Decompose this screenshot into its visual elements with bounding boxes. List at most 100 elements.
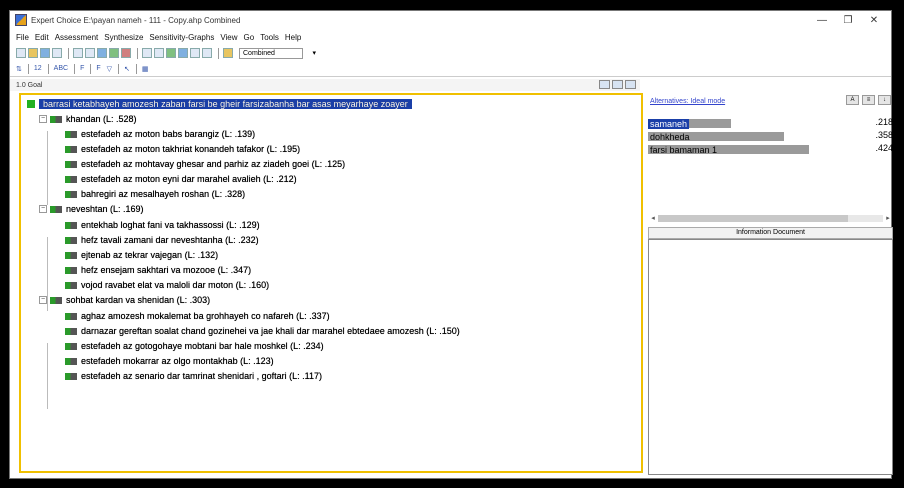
chevron-down-icon[interactable]: ▾ [312, 49, 316, 58]
main-toolbar: Combined ▾ [16, 46, 316, 60]
tree-node[interactable]: estefadeh az moton eyni dar marahel aval… [65, 172, 297, 186]
tree-node[interactable]: estefadeh az moton babs barangiz (L: .13… [65, 127, 255, 141]
criterion-icon [65, 342, 77, 350]
tree-node[interactable]: entekhab loghat fani va takhassossi (L: … [65, 218, 260, 232]
tree-node[interactable]: bahregiri az mesalhayeh roshan (L: .328) [65, 187, 245, 201]
list-icon[interactable]: ≡ [862, 95, 875, 105]
sort-down-icon[interactable]: ↓ [878, 95, 891, 105]
alternatives-mode-link[interactable]: Alternatives: Ideal mode [650, 98, 725, 105]
save-icon[interactable] [40, 48, 50, 58]
node-label: estefadeh az mohtavay ghesar and parhiz … [81, 159, 346, 169]
menu-assessment[interactable]: Assessment [55, 33, 99, 42]
scroll-right-icon[interactable]: ▸ [883, 214, 893, 222]
filter-icon[interactable]: ▽ [107, 65, 112, 73]
alternative-value: .358 [875, 130, 893, 140]
participant-select[interactable]: Combined ▾ [239, 47, 316, 59]
format-button-2[interactable]: F [96, 65, 100, 72]
redo-icon[interactable] [121, 48, 131, 58]
close-button[interactable]: ✕ [861, 11, 887, 29]
tree-node[interactable]: estefadeh az moton takhriat konandeh taf… [65, 142, 300, 156]
format-button[interactable]: F [80, 65, 84, 72]
combined-icon[interactable] [223, 48, 233, 58]
tree-node[interactable]: estefadeh mokarrar az olgo montakhab (L:… [65, 354, 274, 368]
collapse-icon[interactable]: − [39, 296, 47, 304]
criterion-icon [65, 327, 77, 335]
sort-icon[interactable]: ⇅ [16, 65, 22, 73]
menu-go[interactable]: Go [244, 33, 255, 42]
toolbar-separator [74, 63, 76, 74]
font-smaller-icon[interactable] [202, 48, 212, 58]
scroll-thumb[interactable] [658, 214, 848, 222]
alternatives-buttons: A ≡ ↓ [843, 95, 891, 105]
tree-node[interactable]: estefadeh az mohtavay ghesar and parhiz … [65, 157, 345, 171]
tree-icon[interactable] [599, 80, 610, 89]
abc-mode-button[interactable]: ABC [54, 65, 68, 72]
tree-node[interactable]: vojod ravabet elat va maloli dar moton (… [65, 278, 269, 292]
tree-view-icon[interactable] [166, 48, 176, 58]
zoom-in-icon[interactable] [142, 48, 152, 58]
scroll-track[interactable] [658, 214, 883, 222]
criterion-icon [65, 266, 77, 274]
menu-file[interactable]: File [16, 33, 29, 42]
criterion-icon [65, 281, 77, 289]
tree-node-neveshtan[interactable]: − neveshtan (L: .169) [39, 202, 144, 216]
tree-connector [47, 131, 48, 205]
font-larger-icon[interactable] [190, 48, 200, 58]
tree-node[interactable]: aghaz amozesh mokalemat ba grohhayeh co … [65, 309, 330, 323]
grid-view-icon[interactable] [625, 80, 636, 89]
expert-choice-app-icon [15, 14, 27, 26]
zoom-icon[interactable] [612, 80, 623, 89]
grid-icon[interactable]: ▦ [142, 65, 149, 73]
menu-edit[interactable]: Edit [35, 33, 49, 42]
toolbar-separator [68, 47, 69, 59]
menu-view[interactable]: View [220, 33, 237, 42]
tree-node[interactable]: ejtenab az tekrar vajegan (L: .132) [65, 248, 218, 262]
tree-node[interactable]: estefadeh az gotogohaye mobtani bar hale… [65, 339, 324, 353]
node-status-bar: 1.0 Goal [10, 79, 640, 91]
alternatives-scrollbar[interactable]: ◂ ▸ [648, 213, 893, 223]
tree-node[interactable]: hefz tavali zamani dar neveshtanha (L: .… [65, 233, 259, 247]
restore-button[interactable]: ❐ [835, 11, 861, 29]
numerical-mode-button[interactable]: 12 [34, 65, 42, 72]
menu-sensitivity-graphs[interactable]: Sensitivity-Graphs [149, 33, 214, 42]
alternatives-list: samaneh .218 dohkheda .358 farsi bamaman… [648, 117, 893, 156]
cut-icon[interactable] [73, 48, 83, 58]
paste-icon[interactable] [97, 48, 107, 58]
goal-label: barrasi ketabhayeh amozesh zaban farsi b… [39, 99, 412, 109]
tree-node[interactable]: hefz ensejam sakhtari va mozooe (L: .347… [65, 263, 251, 277]
alternative-row[interactable]: farsi bamaman 1 .424 [648, 143, 893, 156]
alternative-row[interactable]: samaneh .218 [648, 117, 893, 130]
tree-node-sohbat[interactable]: − sohbat kardan va shenidan (L: .303) [39, 293, 210, 307]
menu-synthesize[interactable]: Synthesize [104, 33, 143, 42]
alternative-row[interactable]: dohkheda .358 [648, 130, 893, 143]
new-file-icon[interactable] [16, 48, 26, 58]
menu-tools[interactable]: Tools [260, 33, 279, 42]
tree-node[interactable]: darnazar gereftan soalat chand gozinehei… [65, 324, 460, 338]
toolbar-divider [10, 76, 891, 77]
goal-icon[interactable] [178, 48, 188, 58]
criterion-icon [65, 312, 77, 320]
tree-goal-node[interactable]: barrasi ketabhayeh amozesh zaban farsi b… [27, 97, 412, 111]
copy-icon[interactable] [85, 48, 95, 58]
minimize-button[interactable]: — [809, 11, 835, 29]
information-document-area[interactable] [648, 239, 893, 475]
zoom-out-icon[interactable] [154, 48, 164, 58]
toolbar-separator [90, 63, 92, 74]
scroll-left-icon[interactable]: ◂ [648, 214, 658, 222]
tree-node[interactable]: estefadeh az senario dar tamrinat shenid… [65, 369, 322, 383]
toolbar-separator [218, 47, 219, 59]
menu-bar: File Edit Assessment Synthesize Sensitiv… [10, 31, 307, 44]
tree-node-khandan[interactable]: − khandan (L: .528) [39, 112, 137, 126]
node-path-label: 1.0 Goal [16, 81, 43, 89]
collapse-icon[interactable]: − [39, 205, 47, 213]
menu-help[interactable]: Help [285, 33, 301, 42]
collapse-icon[interactable]: − [39, 115, 47, 123]
node-label: hefz tavali zamani dar neveshtanha (L: .… [81, 235, 259, 245]
pointer-icon[interactable]: ↖ [124, 65, 130, 73]
font-icon[interactable]: A [846, 95, 859, 105]
print-icon[interactable] [52, 48, 62, 58]
alternative-name: farsi bamaman 1 [650, 144, 718, 155]
open-folder-icon[interactable] [28, 48, 38, 58]
undo-icon[interactable] [109, 48, 119, 58]
assessment-toolbar: ⇅ 12 ABC F F ▽ ↖ ▦ [16, 62, 155, 75]
